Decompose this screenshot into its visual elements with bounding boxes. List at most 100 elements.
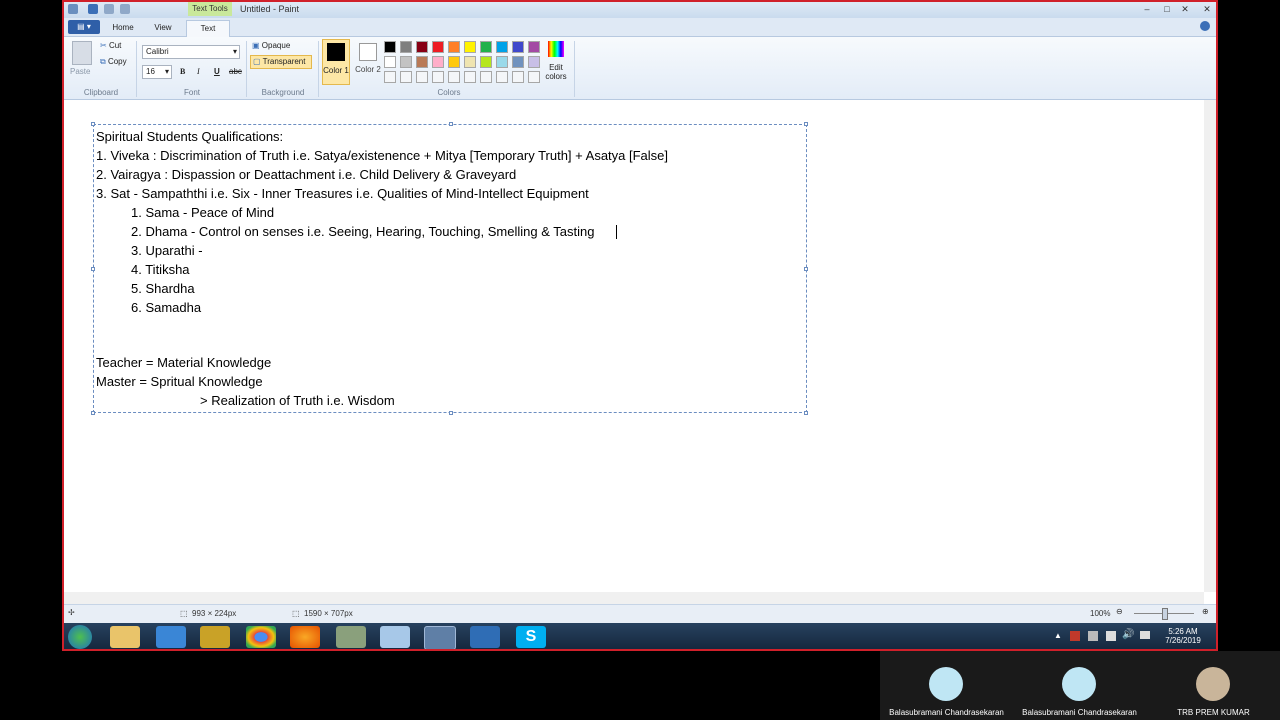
resize-handle[interactable] xyxy=(449,122,453,126)
edit-colors-button[interactable]: Edit colors xyxy=(542,63,570,81)
participant-tile[interactable]: Balasubramani Chandrasekaran xyxy=(880,651,1013,720)
zoom-slider-thumb[interactable] xyxy=(1162,608,1168,620)
participant-name: Balasubramani Chandrasekaran xyxy=(889,708,1004,717)
tab-text[interactable]: Text xyxy=(186,20,230,37)
resize-handle[interactable] xyxy=(91,267,95,271)
color-swatch[interactable] xyxy=(432,41,444,53)
skype-icon[interactable]: S xyxy=(516,626,546,648)
participant-tile[interactable]: Balasubramani Chandrasekaran xyxy=(1013,651,1146,720)
help-icon[interactable] xyxy=(1200,21,1210,31)
paint-app-icon[interactable] xyxy=(68,4,78,14)
cut-button[interactable]: ✂ Cut xyxy=(100,41,121,50)
edit-colors-icon[interactable] xyxy=(548,41,564,57)
file-explorer-icon[interactable] xyxy=(110,626,140,648)
color-swatch[interactable] xyxy=(480,41,492,53)
custom-color-slot[interactable] xyxy=(416,71,428,83)
flag-icon[interactable] xyxy=(1070,631,1080,641)
tab-view[interactable]: View xyxy=(144,20,182,36)
color-swatch[interactable] xyxy=(448,41,460,53)
cloud-icon[interactable] xyxy=(1140,631,1150,639)
custom-color-slot[interactable] xyxy=(432,71,444,83)
save-icon[interactable] xyxy=(88,4,98,14)
resize-handle[interactable] xyxy=(804,122,808,126)
paint-taskbar-icon[interactable] xyxy=(424,626,456,649)
custom-color-slot[interactable] xyxy=(512,71,524,83)
maximize-button[interactable]: □ xyxy=(1160,4,1174,14)
color-swatch[interactable] xyxy=(496,41,508,53)
text-line: > Realization of Truth i.e. Wisdom xyxy=(200,393,395,408)
custom-color-slot[interactable] xyxy=(496,71,508,83)
participant-tile[interactable]: TRB PREM KUMAR xyxy=(1147,651,1280,720)
font-size-select[interactable]: 16 ▾ xyxy=(142,65,172,79)
clock[interactable]: 5:26 AM 7/26/2019 xyxy=(1160,627,1206,645)
minimize-button[interactable]: – xyxy=(1140,4,1154,14)
horizontal-scrollbar[interactable] xyxy=(64,592,1204,604)
font-family-select[interactable]: Calibri ▾ xyxy=(142,45,240,59)
transparent-button[interactable]: ▢ Transparent xyxy=(250,55,312,69)
custom-color-slot[interactable] xyxy=(480,71,492,83)
copy-button[interactable]: ⧉ Copy xyxy=(100,57,127,67)
paste-button[interactable]: Paste xyxy=(70,67,90,76)
resize-handle[interactable] xyxy=(804,411,808,415)
bold-button[interactable]: B xyxy=(180,67,185,76)
participant-name: Balasubramani Chandrasekaran xyxy=(1022,708,1137,717)
color-swatch[interactable] xyxy=(512,56,524,68)
color1-button[interactable]: Color 1 xyxy=(322,39,350,85)
chrome-icon[interactable] xyxy=(246,626,276,648)
italic-button[interactable]: I xyxy=(197,67,200,76)
paste-icon[interactable] xyxy=(72,41,92,65)
color-swatch[interactable] xyxy=(384,41,396,53)
paint-menu-button[interactable]: ▤ ▾ xyxy=(68,20,100,34)
text-box[interactable]: Spiritual Students Qualifications: 1. Vi… xyxy=(91,122,808,415)
color-swatch[interactable] xyxy=(432,56,444,68)
show-hidden-icons[interactable]: ▲ xyxy=(1054,631,1062,640)
app-icon[interactable] xyxy=(380,626,410,648)
strikethrough-button[interactable]: abc xyxy=(229,67,242,76)
color1-swatch xyxy=(327,43,345,61)
volume-icon[interactable]: 🔊 xyxy=(1122,629,1134,640)
color-swatch[interactable] xyxy=(480,56,492,68)
custom-color-slot[interactable] xyxy=(464,71,476,83)
custom-color-slot[interactable] xyxy=(528,71,540,83)
close-button[interactable]: ✕ xyxy=(1178,4,1192,14)
opaque-button[interactable]: ▣ Opaque xyxy=(252,41,290,50)
color-swatch[interactable] xyxy=(384,56,396,68)
color-swatch[interactable] xyxy=(416,41,428,53)
color-swatch[interactable] xyxy=(416,56,428,68)
zoom-in-icon[interactable]: ⊕ xyxy=(1202,607,1209,616)
color-swatch[interactable] xyxy=(512,41,524,53)
color-swatch[interactable] xyxy=(528,56,540,68)
undo-icon[interactable] xyxy=(104,4,114,14)
zoom-out-icon[interactable]: ⊖ xyxy=(1116,607,1123,616)
app-icon[interactable] xyxy=(336,626,366,648)
color-swatch[interactable] xyxy=(400,41,412,53)
color-swatch[interactable] xyxy=(464,41,476,53)
app-icon[interactable] xyxy=(156,626,186,648)
color2-button[interactable]: Color 2 xyxy=(354,39,382,85)
resize-handle[interactable] xyxy=(91,411,95,415)
custom-color-slot[interactable] xyxy=(448,71,460,83)
resize-handle[interactable] xyxy=(91,122,95,126)
color-swatch[interactable] xyxy=(400,56,412,68)
tab-home[interactable]: Home xyxy=(104,20,142,36)
network-icon[interactable] xyxy=(1106,631,1116,641)
tray-icon[interactable] xyxy=(1088,631,1098,641)
resize-handle[interactable] xyxy=(804,267,808,271)
color-swatch[interactable] xyxy=(448,56,460,68)
drawing-canvas[interactable]: Spiritual Students Qualifications: 1. Vi… xyxy=(64,100,1204,592)
underline-button[interactable]: U xyxy=(214,67,220,76)
color-swatch[interactable] xyxy=(528,41,540,53)
color-swatch[interactable] xyxy=(496,56,508,68)
color-swatch[interactable] xyxy=(464,56,476,68)
clock-time: 5:26 AM xyxy=(1168,627,1198,636)
firefox-icon[interactable] xyxy=(290,626,320,648)
app-icon[interactable] xyxy=(470,626,500,648)
network-app-icon[interactable] xyxy=(200,626,230,648)
close-x-icon[interactable]: ✕ xyxy=(1200,4,1214,14)
start-button-icon[interactable] xyxy=(68,625,92,649)
vertical-scrollbar[interactable] xyxy=(1204,100,1216,592)
custom-color-slot[interactable] xyxy=(384,71,396,83)
redo-icon[interactable] xyxy=(120,4,130,14)
resize-handle[interactable] xyxy=(449,411,453,415)
custom-color-slot[interactable] xyxy=(400,71,412,83)
